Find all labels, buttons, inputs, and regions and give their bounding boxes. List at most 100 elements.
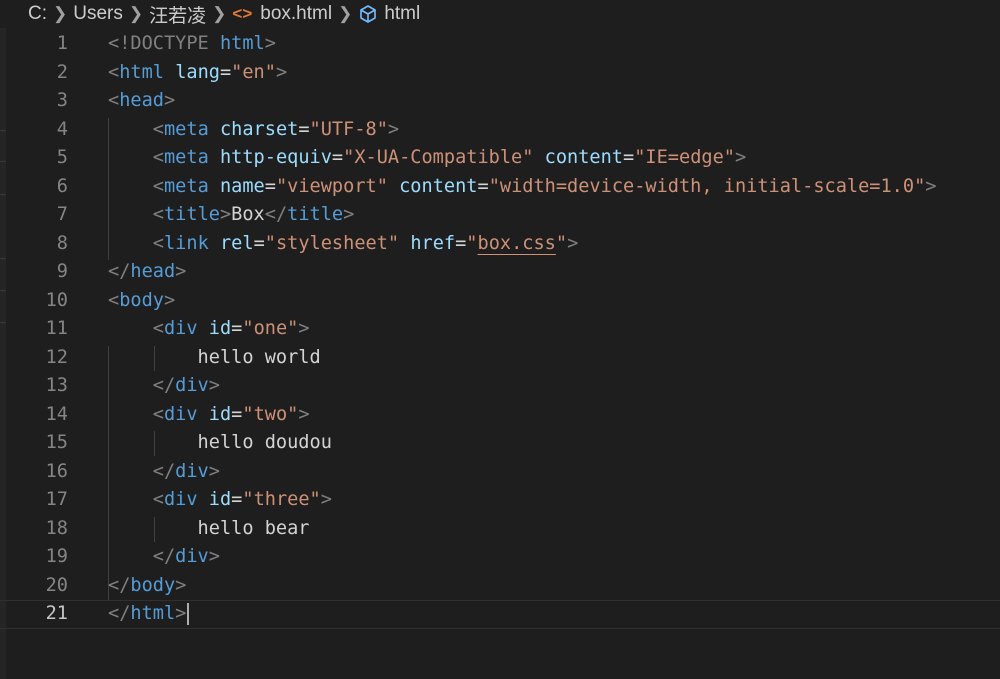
code-line[interactable]: 14 <div id="two">: [0, 401, 1000, 430]
code-token: >: [320, 489, 332, 510]
code-token: head: [119, 90, 164, 111]
code-token: >: [387, 118, 400, 140]
code-token: meta: [163, 175, 209, 197]
code-token: "X-UA-Compatible": [343, 147, 534, 168]
code-token: "stylesheet": [264, 232, 400, 254]
code-token: html: [219, 33, 265, 54]
breadcrumb-file[interactable]: box.html: [260, 3, 332, 25]
code-token: "three": [242, 489, 321, 510]
code-token: Box: [231, 204, 265, 225]
code-text[interactable]: </div>: [108, 372, 220, 401]
code-token: =: [219, 61, 232, 83]
code-token: </: [152, 375, 176, 396]
breadcrumb-user-folder[interactable]: 汪若凌: [149, 1, 206, 28]
code-token: box.css: [477, 232, 556, 254]
code-token: div: [163, 489, 198, 510]
code-text[interactable]: <title>Box</title>: [108, 201, 355, 230]
code-line[interactable]: 7 <title>Box</title>: [0, 201, 1000, 230]
code-text[interactable]: </div>: [108, 543, 220, 572]
code-text[interactable]: <head>: [108, 87, 175, 116]
code-text[interactable]: <div id="one">: [108, 315, 310, 344]
code-text[interactable]: <meta http-equiv="X-UA-Compatible" conte…: [108, 144, 746, 173]
line-number: 18: [45, 517, 68, 539]
code-token: <!DOCTYPE: [108, 33, 220, 54]
breadcrumb-drive[interactable]: C:: [28, 3, 47, 25]
code-text[interactable]: hello world: [108, 344, 321, 373]
code-line[interactable]: 1 <!DOCTYPE html>: [0, 30, 1000, 59]
code-line[interactable]: 20 </body>: [0, 572, 1000, 601]
code-line[interactable]: 21 </html>: [0, 600, 1000, 629]
code-token: lang: [175, 61, 220, 83]
code-line[interactable]: 8 <link rel="stylesheet" href="box.css">: [0, 230, 1000, 259]
code-line[interactable]: 4 <meta charset="UTF-8">: [0, 116, 1000, 145]
code-text[interactable]: <!DOCTYPE html>: [108, 30, 276, 59]
code-text[interactable]: </div>: [108, 458, 220, 487]
code-text[interactable]: <body>: [108, 287, 175, 316]
code-line[interactable]: 13 </div>: [0, 372, 1000, 401]
code-line[interactable]: 18 hello bear: [0, 515, 1000, 544]
code-token: >: [208, 375, 220, 396]
code-token: html: [119, 61, 164, 83]
code-token: =: [477, 175, 489, 197]
code-line[interactable]: 3 <head>: [0, 87, 1000, 116]
code-text[interactable]: <html lang="en">: [108, 59, 287, 88]
chevron-right-icon: ❯: [338, 4, 353, 23]
code-token: ": [555, 232, 568, 254]
code-text[interactable]: </html>: [108, 600, 190, 629]
cube-icon: [360, 5, 377, 23]
code-line[interactable]: 9 </head>: [0, 258, 1000, 287]
code-line[interactable]: 11 <div id="one">: [0, 315, 1000, 344]
code-text[interactable]: hello doudou: [108, 429, 332, 458]
code-line[interactable]: 15 hello doudou: [0, 429, 1000, 458]
breadcrumb-users[interactable]: Users: [73, 3, 123, 25]
breadcrumb-symbol-html[interactable]: html: [384, 3, 420, 25]
code-token: div: [175, 375, 209, 396]
code-line[interactable]: 6 <meta name="viewport" content="width=d…: [0, 173, 1000, 202]
code-token: >: [175, 603, 187, 624]
code-token: body: [130, 574, 176, 596]
code-text[interactable]: </head>: [108, 258, 186, 287]
code-line[interactable]: 2 <html lang="en">: [0, 59, 1000, 88]
code-text[interactable]: <meta name="viewport" content="width=dev…: [108, 173, 937, 202]
code-token: >: [567, 232, 579, 254]
code-token: <: [152, 318, 164, 339]
code-token: >: [208, 460, 220, 482]
code-token: id: [208, 403, 232, 425]
code-text[interactable]: hello bear: [108, 515, 310, 544]
code-token: >: [175, 261, 187, 282]
code-text[interactable]: <div id="two">: [108, 401, 310, 430]
code-line[interactable]: 12 hello world: [0, 344, 1000, 373]
chevron-right-icon: ❯: [128, 4, 144, 23]
code-token: "width=device-width, initial-scale=1.0": [488, 175, 926, 197]
code-token: <: [152, 204, 164, 225]
code-line[interactable]: 5 <meta http-equiv="X-UA-Compatible" con…: [0, 144, 1000, 173]
code-text[interactable]: <meta charset="UTF-8">: [108, 116, 399, 145]
code-token: <: [152, 232, 164, 254]
code-line[interactable]: 10 <body>: [0, 287, 1000, 316]
code-line[interactable]: 17 <div id="three">: [0, 486, 1000, 515]
line-number: 3: [56, 90, 68, 111]
html-file-icon: <>: [232, 4, 253, 23]
code-token: name: [219, 175, 265, 197]
code-line[interactable]: 16 </div>: [0, 458, 1000, 487]
code-token: =: [298, 118, 310, 140]
chevron-right-icon: ❯: [212, 4, 227, 23]
code-editor[interactable]: 1 <!DOCTYPE html> 2 <html lang="en"> 3 <head>…: [0, 30, 1000, 679]
code-token: <: [108, 90, 120, 111]
code-line[interactable]: 19 </div>: [0, 543, 1000, 572]
code-text[interactable]: <div id="three">: [108, 486, 332, 515]
code-text[interactable]: <link rel="stylesheet" href="box.css">: [108, 230, 579, 259]
code-token: =: [455, 232, 467, 254]
code-token: http-equiv: [219, 147, 332, 168]
line-number: 19: [45, 546, 68, 567]
code-text[interactable]: </body>: [108, 572, 186, 601]
